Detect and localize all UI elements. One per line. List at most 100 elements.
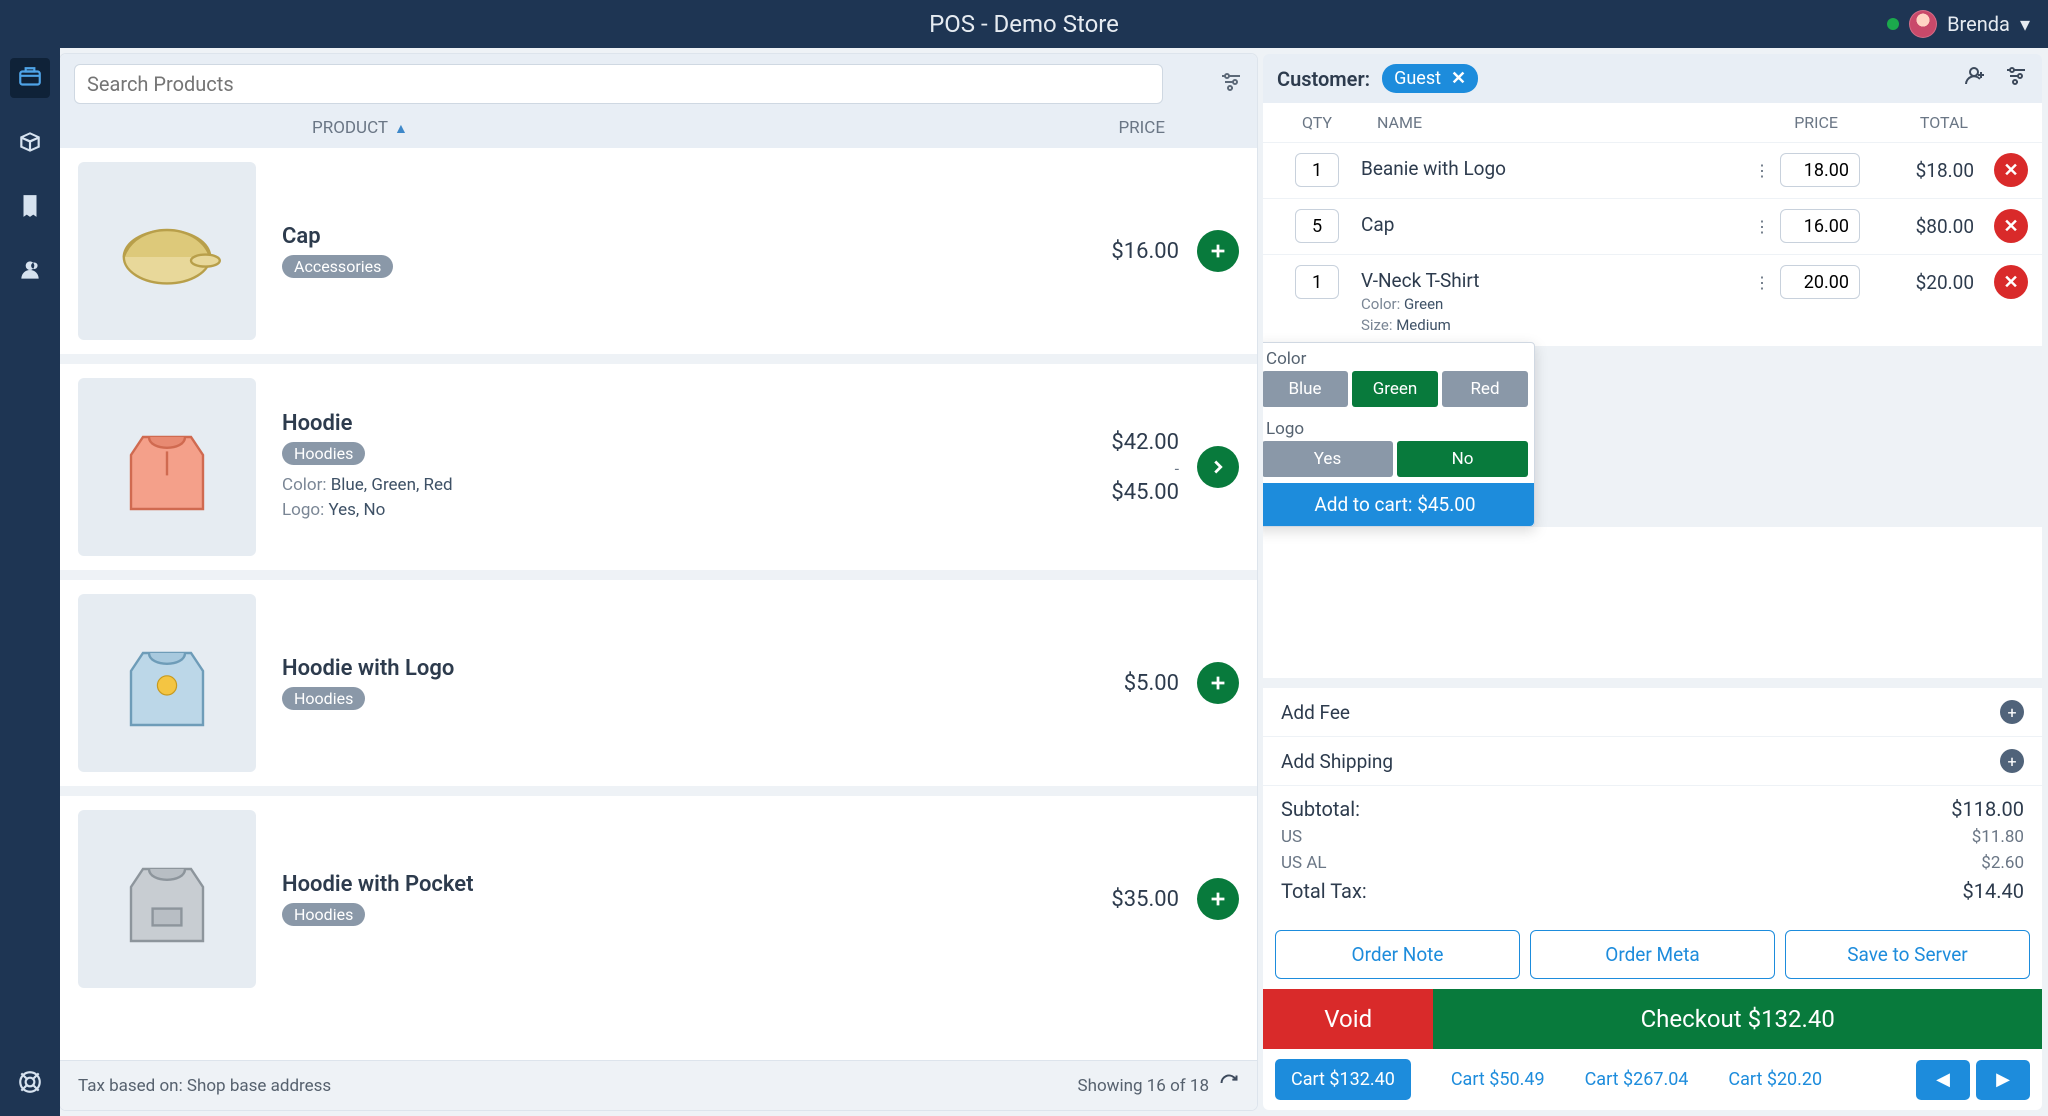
item-menu-icon[interactable]: ⋮ xyxy=(1744,153,1780,188)
nav-support-icon[interactable] xyxy=(10,1062,50,1102)
close-icon[interactable]: ✕ xyxy=(1451,68,1466,89)
cart-tab[interactable]: Cart $267.04 xyxy=(1585,1069,1689,1090)
nav-products-icon[interactable] xyxy=(10,122,50,162)
product-add-button[interactable] xyxy=(1197,878,1239,920)
current-cart-button[interactable]: Cart $132.40 xyxy=(1275,1059,1411,1100)
cart-item: Beanie with Logo⋮ $18.00 ✕ xyxy=(1263,142,2042,198)
user-name: Brenda xyxy=(1947,12,2010,36)
product-row: Hoodie Hoodies Color: Blue, Green, RedLogo… xyxy=(60,354,1257,570)
variant-option[interactable]: Red xyxy=(1442,371,1528,407)
variant-popup: Color BlueGreenRed Logo YesNo Add to car… xyxy=(1263,342,1535,527)
void-button[interactable]: Void xyxy=(1263,989,1433,1049)
customer-pill[interactable]: Guest ✕ xyxy=(1382,64,1478,93)
variant-add-button[interactable]: Add to cart: $45.00 xyxy=(1263,483,1534,526)
product-row: Hoodie with Logo Hoodies $5.00 xyxy=(60,570,1257,786)
app-header: POS - Demo Store Brenda ▾ xyxy=(0,0,2048,48)
product-name: Hoodie xyxy=(282,411,1111,436)
avatar xyxy=(1909,10,1937,38)
nav-register-icon[interactable] xyxy=(10,58,50,98)
filter-icon[interactable] xyxy=(1219,70,1243,99)
refresh-icon[interactable] xyxy=(1219,1073,1239,1098)
product-tag[interactable]: Hoodies xyxy=(282,687,365,710)
price-input[interactable] xyxy=(1780,265,1860,299)
nav-customers-icon[interactable] xyxy=(10,250,50,290)
search-wrap[interactable] xyxy=(74,64,1163,104)
order-meta-button[interactable]: Order Meta xyxy=(1530,930,1775,979)
line-total: $80.00 xyxy=(1860,209,1980,238)
cart-item-name: V-Neck T-ShirtColor: GreenSize: Medium xyxy=(1357,265,1744,336)
carts-prev-button[interactable]: ◀ xyxy=(1916,1060,1970,1100)
plus-icon: + xyxy=(2000,700,2024,724)
price-input[interactable] xyxy=(1780,209,1860,243)
cart-item-name: Cap xyxy=(1357,209,1744,236)
cart-settings-icon[interactable] xyxy=(2004,64,2028,93)
cart-panel: Customer: Guest ✕ QTY NAME PRICE xyxy=(1263,54,2042,1110)
product-thumb xyxy=(78,810,256,988)
user-menu[interactable]: Brenda ▾ xyxy=(1887,10,2030,38)
search-input[interactable] xyxy=(87,72,1150,96)
add-fee-row[interactable]: Add Fee+ xyxy=(1263,688,2042,737)
cart-item: Cap⋮ $80.00 ✕ xyxy=(1263,198,2042,254)
chevron-down-icon: ▾ xyxy=(2020,12,2030,36)
order-note-button[interactable]: Order Note xyxy=(1275,930,1520,979)
carts-next-button[interactable]: ▶ xyxy=(1976,1060,2030,1100)
product-name: Hoodie with Logo xyxy=(282,656,1124,681)
item-menu-icon[interactable]: ⋮ xyxy=(1744,209,1780,244)
cart-item: V-Neck T-ShirtColor: GreenSize: Medium⋮ $… xyxy=(1263,254,2042,346)
customer-label: Customer: xyxy=(1277,67,1370,91)
line-total: $20.00 xyxy=(1860,265,1980,294)
cart-columns: QTY NAME PRICE TOTAL xyxy=(1263,103,2042,142)
product-name: Hoodie with Pocket xyxy=(282,872,1111,897)
product-thumb xyxy=(78,594,256,772)
products-panel: PRODUCT▲ PRICE Cap Accessories $16.00 Hoodi… xyxy=(60,54,1257,1110)
product-tag[interactable]: Hoodies xyxy=(282,903,365,926)
line-total: $18.00 xyxy=(1860,153,1980,182)
status-indicator xyxy=(1887,18,1899,30)
product-variants: Color: Blue, Green, RedLogo: Yes, No xyxy=(282,473,1111,524)
remove-item-button[interactable]: ✕ xyxy=(1994,209,2028,243)
side-nav xyxy=(0,48,60,1116)
nav-orders-icon[interactable] xyxy=(10,186,50,226)
product-price: $42.00-$45.00 xyxy=(1111,430,1179,505)
qty-input[interactable] xyxy=(1295,265,1339,299)
remove-item-button[interactable]: ✕ xyxy=(1994,153,2028,187)
checkout-button[interactable]: Checkout $132.40 xyxy=(1433,989,2042,1049)
cart-totals: Subtotal:$118.00 US$11.80 US AL$2.60 Tot… xyxy=(1263,786,2042,920)
qty-input[interactable] xyxy=(1295,153,1339,187)
variant-option[interactable]: Yes xyxy=(1263,441,1393,477)
product-row: Hoodie with Pocket Hoodies $35.00 xyxy=(60,786,1257,1002)
remove-item-button[interactable]: ✕ xyxy=(1994,265,2028,299)
cart-tab[interactable]: Cart $50.49 xyxy=(1451,1069,1545,1090)
cart-header: Customer: Guest ✕ xyxy=(1263,54,2042,103)
add-customer-icon[interactable] xyxy=(1962,64,1986,93)
variant-option[interactable]: Blue xyxy=(1263,371,1348,407)
plus-icon: + xyxy=(2000,749,2024,773)
product-price: $35.00 xyxy=(1111,887,1179,912)
sort-asc-icon: ▲ xyxy=(394,120,408,137)
add-shipping-row[interactable]: Add Shipping+ xyxy=(1263,737,2042,786)
product-thumb xyxy=(78,378,256,556)
sort-price[interactable]: PRICE xyxy=(1118,118,1165,138)
cart-item-name: Beanie with Logo xyxy=(1357,153,1744,180)
cart-tab[interactable]: Cart $20.20 xyxy=(1728,1069,1822,1090)
product-name: Cap xyxy=(282,224,1111,249)
item-menu-icon[interactable]: ⋮ xyxy=(1744,265,1780,300)
variant-option[interactable]: Green xyxy=(1352,371,1438,407)
app-title: POS - Demo Store xyxy=(929,10,1119,38)
sort-product[interactable]: PRODUCT▲ xyxy=(312,118,408,138)
product-add-button[interactable] xyxy=(1197,230,1239,272)
product-price: $5.00 xyxy=(1124,671,1179,696)
product-row: Cap Accessories $16.00 xyxy=(60,148,1257,354)
price-input[interactable] xyxy=(1780,153,1860,187)
qty-input[interactable] xyxy=(1295,209,1339,243)
product-tag[interactable]: Hoodies xyxy=(282,442,365,465)
save-server-button[interactable]: Save to Server xyxy=(1785,930,2030,979)
product-tag[interactable]: Accessories xyxy=(282,255,393,278)
products-footer: Tax based on: Shop base address Showing … xyxy=(60,1060,1257,1110)
product-add-button[interactable] xyxy=(1197,662,1239,704)
tax-basis: Tax based on: Shop base address xyxy=(78,1076,331,1096)
product-expand-button[interactable] xyxy=(1197,446,1239,488)
product-thumb xyxy=(78,162,256,340)
product-price: $16.00 xyxy=(1111,239,1179,264)
variant-option[interactable]: No xyxy=(1397,441,1528,477)
